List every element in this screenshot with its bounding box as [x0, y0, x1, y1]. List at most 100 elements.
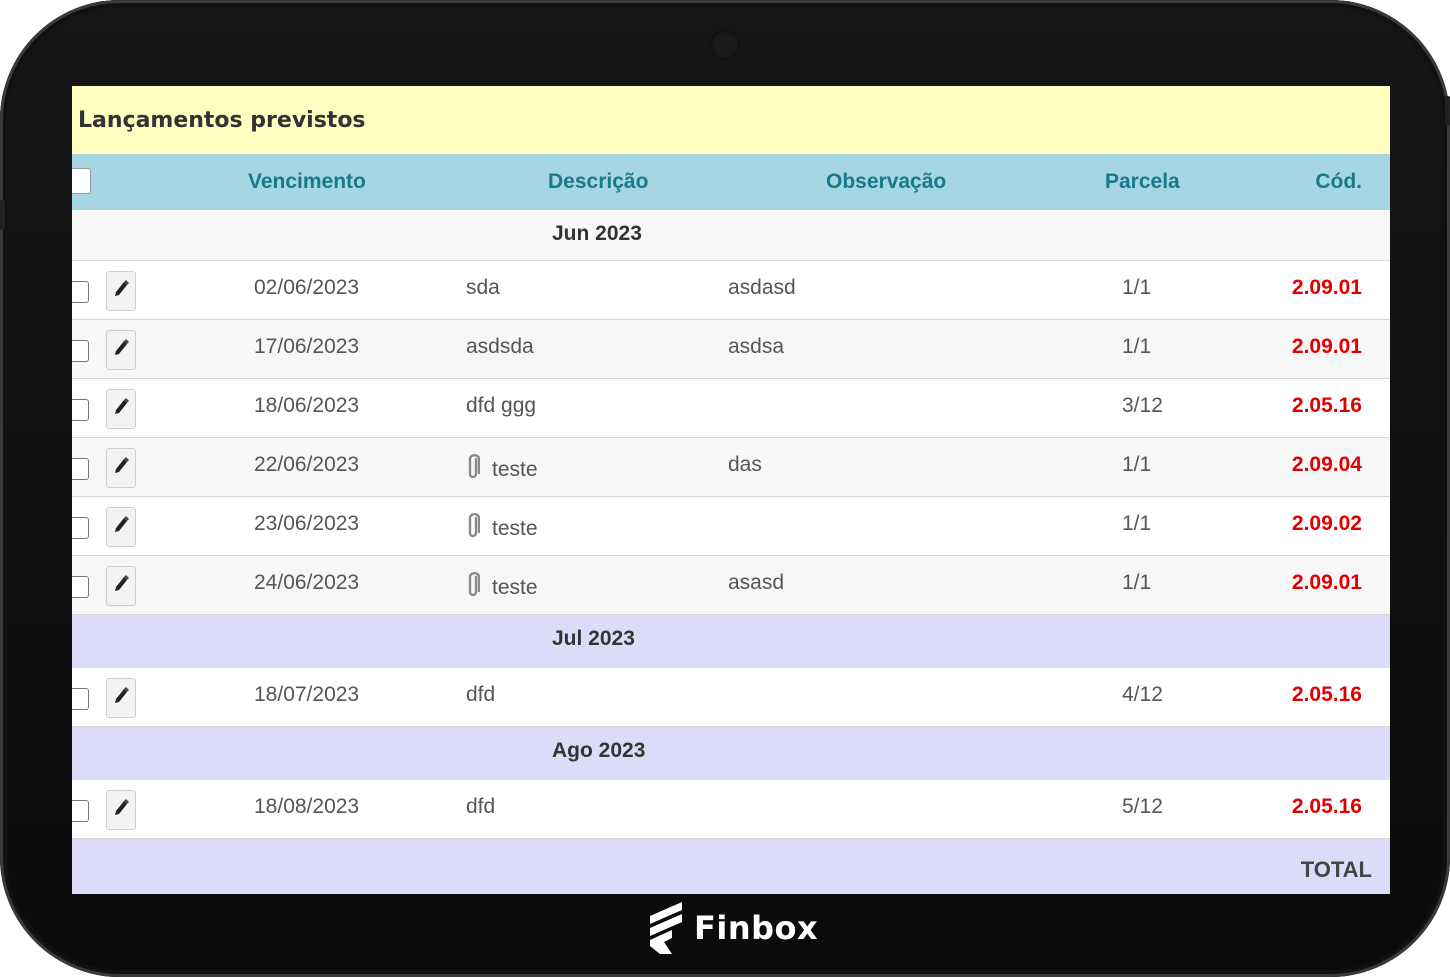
cell-parcela: 3/12 — [1122, 394, 1163, 417]
row-checkbox[interactable] — [72, 340, 89, 362]
group-header: Ago 2023 — [72, 727, 1390, 780]
side-button — [0, 200, 5, 230]
table-row[interactable]: 18/08/2023 dfd 5/12 2.05.16 — [72, 780, 1390, 839]
pencil-icon — [113, 574, 129, 598]
cell-descricao: teste — [466, 453, 538, 487]
cell-descricao: dfd — [466, 795, 495, 819]
cell-cod[interactable]: 2.09.01 — [1292, 335, 1362, 359]
group-label: Ago 2023 — [552, 739, 646, 762]
pencil-icon — [113, 456, 129, 480]
cell-cod[interactable]: 2.05.16 — [1292, 683, 1362, 707]
cell-observacao: asasd — [728, 571, 785, 594]
side-button — [1445, 96, 1450, 126]
group-header: Jul 2023 — [72, 615, 1390, 668]
edit-button[interactable] — [106, 389, 136, 429]
cell-descricao-text: teste — [492, 458, 538, 481]
brand-logo: Finbox — [646, 900, 818, 956]
table-row[interactable]: 18/06/2023 dfd ggg 3/12 2.05.16 — [72, 379, 1390, 438]
column-header-observacao[interactable]: Observação — [826, 170, 946, 194]
pencil-icon — [113, 798, 129, 822]
column-header-parcela[interactable]: Parcela — [1105, 170, 1180, 194]
cell-descricao-text: sda — [466, 276, 500, 299]
column-header-descricao[interactable]: Descrição — [548, 170, 648, 194]
pencil-icon — [113, 397, 129, 421]
camera-icon — [710, 30, 740, 60]
cell-vencimento: 22/06/2023 — [254, 453, 360, 476]
cell-descricao: dfd — [466, 683, 495, 707]
table-row[interactable]: 24/06/2023 teste asasd 1/1 2.09.01 — [72, 556, 1390, 615]
cell-vencimento: 02/06/2023 — [254, 276, 360, 299]
cell-vencimento: 18/06/2023 — [254, 394, 360, 417]
total-row: TOTAL — [72, 839, 1390, 894]
cell-cod[interactable]: 2.09.02 — [1292, 512, 1362, 536]
cell-descricao: dfd ggg — [466, 394, 536, 418]
table-row[interactable]: 02/06/2023 sda asdasd 1/1 2.09.01 — [72, 261, 1390, 320]
cell-parcela: 1/1 — [1122, 276, 1152, 299]
brand-name: Finbox — [694, 909, 819, 947]
edit-button[interactable] — [106, 790, 136, 830]
table-row[interactable]: 22/06/2023 teste das 1/1 2.09.04 — [72, 438, 1390, 497]
cell-descricao-text: dfd — [466, 683, 496, 706]
cell-descricao: asdsda — [466, 335, 534, 359]
panel-title: Lançamentos previstos — [72, 86, 1390, 154]
cell-cod[interactable]: 2.09.01 — [1292, 571, 1362, 595]
cell-cod[interactable]: 2.05.16 — [1292, 394, 1362, 418]
group-label: Jun 2023 — [552, 222, 642, 245]
finbox-logo-icon — [650, 902, 682, 954]
column-header-cod[interactable]: Cód. — [1315, 170, 1362, 194]
select-all-checkbox[interactable] — [72, 168, 91, 194]
row-checkbox[interactable] — [72, 688, 89, 710]
row-checkbox[interactable] — [72, 800, 89, 822]
cell-descricao-text: teste — [492, 576, 538, 599]
table-row[interactable]: 23/06/2023 teste 1/1 2.09.02 — [72, 497, 1390, 556]
row-checkbox[interactable] — [72, 399, 89, 421]
cell-parcela: 5/12 — [1122, 795, 1163, 818]
cell-parcela: 1/1 — [1122, 512, 1152, 535]
cell-descricao: teste — [466, 571, 538, 605]
cell-vencimento: 24/06/2023 — [254, 571, 360, 594]
cell-observacao: asdasd — [728, 276, 796, 299]
cell-observacao: das — [728, 453, 762, 476]
paperclip-icon[interactable] — [466, 571, 492, 605]
paperclip-icon[interactable] — [466, 453, 492, 487]
cell-descricao-text: asdsda — [466, 335, 534, 358]
cell-parcela: 4/12 — [1122, 683, 1163, 706]
column-header-vencimento[interactable]: Vencimento — [248, 170, 366, 194]
cell-parcela: 1/1 — [1122, 571, 1152, 594]
cell-vencimento: 18/08/2023 — [254, 795, 360, 818]
cell-cod[interactable]: 2.09.01 — [1292, 276, 1362, 300]
table-body: Jun 2023 02/06/2023 sda asdasd 1/1 2.09.01 17/… — [72, 210, 1390, 839]
edit-button[interactable] — [106, 330, 136, 370]
cell-cod[interactable]: 2.05.16 — [1292, 795, 1362, 819]
total-label: TOTAL — [1300, 857, 1372, 882]
cell-descricao: sda — [466, 276, 500, 300]
app-screen: Lançamentos previstos Vencimento Descriç… — [72, 86, 1390, 894]
cell-observacao: asdsa — [728, 335, 785, 358]
group-header: Jun 2023 — [72, 210, 1390, 261]
edit-button[interactable] — [106, 678, 136, 718]
cell-parcela: 1/1 — [1122, 453, 1152, 476]
cell-descricao: teste — [466, 512, 538, 546]
edit-button[interactable] — [106, 507, 136, 547]
cell-cod[interactable]: 2.09.04 — [1292, 453, 1362, 477]
table-header: Vencimento Descrição Observação Parcela … — [72, 154, 1390, 210]
row-checkbox[interactable] — [72, 517, 89, 539]
tablet-frame: Lançamentos previstos Vencimento Descriç… — [0, 0, 1450, 977]
edit-button[interactable] — [106, 448, 136, 488]
pencil-icon — [113, 338, 129, 362]
cell-vencimento: 23/06/2023 — [254, 512, 360, 535]
table-row[interactable]: 17/06/2023 asdsda asdsa 1/1 2.09.01 — [72, 320, 1390, 379]
cell-descricao-text: dfd — [466, 795, 496, 818]
group-label: Jul 2023 — [552, 627, 635, 650]
cell-descricao-text: dfd ggg — [466, 394, 537, 417]
paperclip-icon[interactable] — [466, 512, 492, 546]
edit-button[interactable] — [106, 566, 136, 606]
pencil-icon — [113, 279, 129, 303]
table-row[interactable]: 18/07/2023 dfd 4/12 2.05.16 — [72, 668, 1390, 727]
cell-vencimento: 18/07/2023 — [254, 683, 360, 706]
row-checkbox[interactable] — [72, 281, 89, 303]
row-checkbox[interactable] — [72, 458, 89, 480]
pencil-icon — [113, 686, 129, 710]
row-checkbox[interactable] — [72, 576, 89, 598]
edit-button[interactable] — [106, 271, 136, 311]
